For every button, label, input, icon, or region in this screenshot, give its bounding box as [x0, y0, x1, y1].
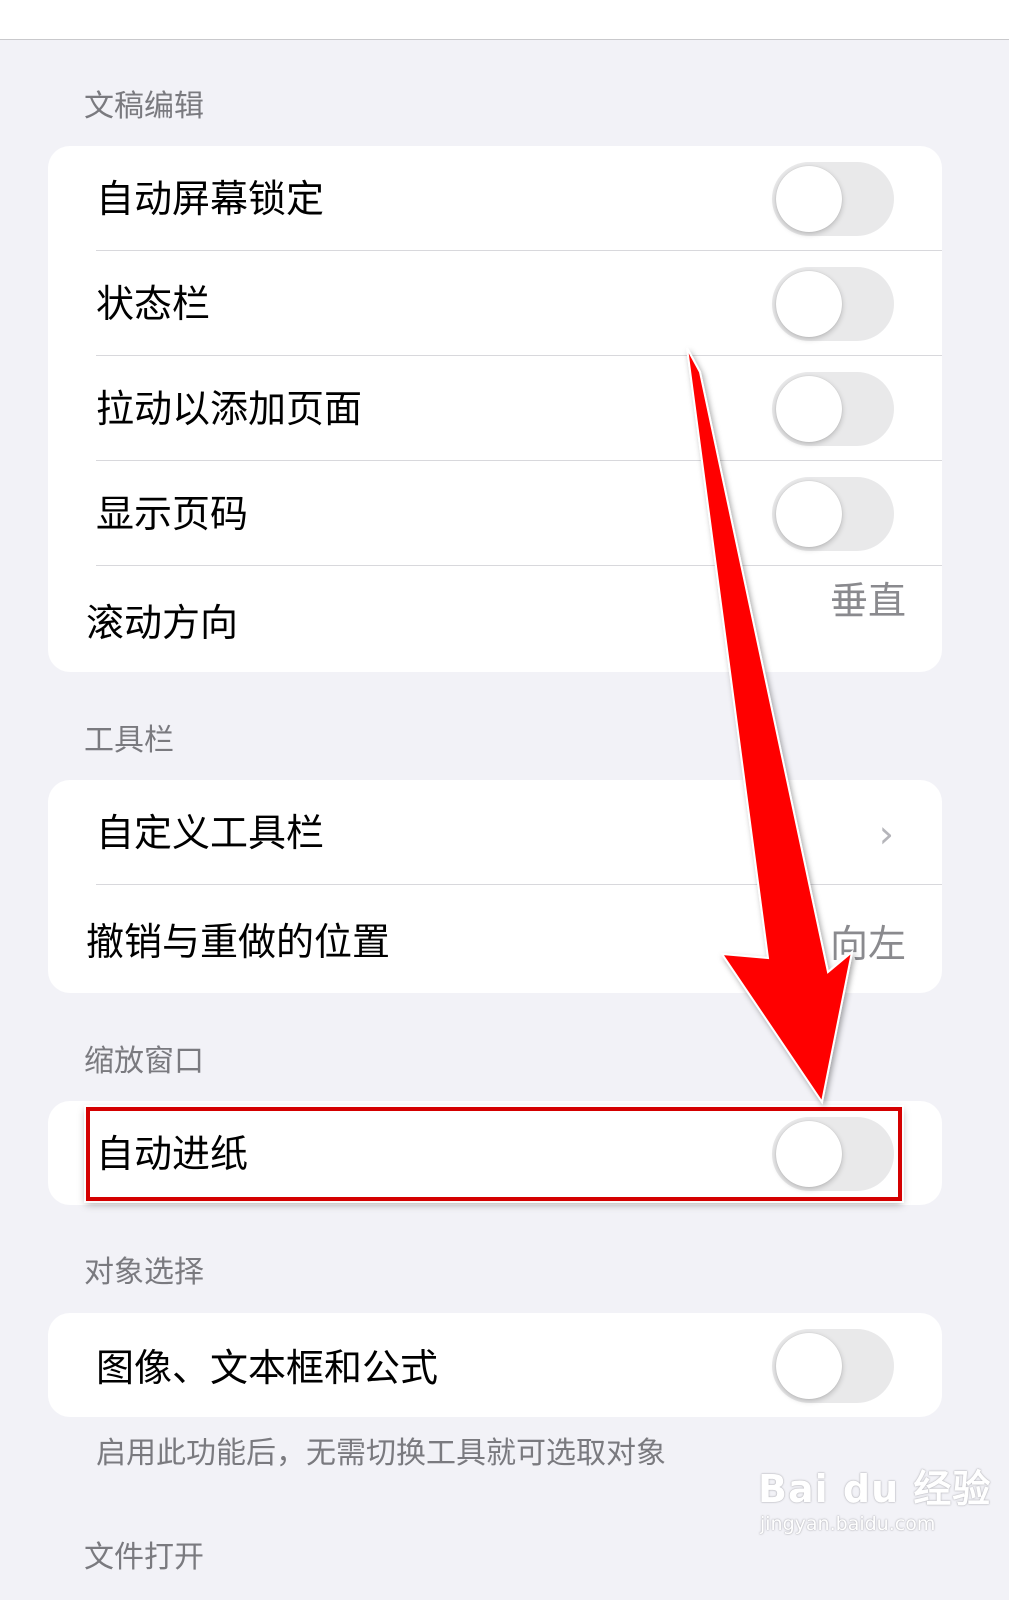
toggle-knob [776, 376, 842, 442]
chevron-right-icon: › [878, 812, 894, 856]
toggle-knob [776, 271, 842, 337]
show-page-number-label: 显示页码 [96, 492, 249, 536]
editing-settings-card: 自动屏幕锁定 状态栏 拉动以添加页面 显示页码 滚动方向 垂直 [48, 146, 942, 672]
show-page-number-toggle[interactable] [772, 477, 894, 551]
auto-paper-feed-toggle[interactable] [772, 1117, 894, 1191]
top-bar [0, 0, 1009, 40]
scroll-direction-label: 滚动方向 [86, 601, 239, 645]
customize-toolbar-label: 自定义工具栏 [96, 811, 325, 855]
toggle-knob [776, 1333, 842, 1399]
auto-paper-feed-row[interactable]: 自动进纸 [48, 1101, 942, 1205]
status-bar-row[interactable]: 状态栏 [48, 251, 942, 356]
object-selection-footnote: 启用此功能后，无需切换工具就可选取对象 [96, 1436, 666, 1471]
auto-screen-lock-toggle[interactable] [772, 162, 894, 236]
baidu-watermark: Bai du 经验 jingyan.baidu.com [758, 1466, 991, 1536]
auto-paper-feed-label: 自动进纸 [96, 1132, 249, 1176]
undo-redo-position-row[interactable]: 撤销与重做的位置 向左 [48, 885, 942, 993]
pull-to-add-page-toggle[interactable] [772, 372, 894, 446]
watermark-url: jingyan.baidu.com [760, 1513, 936, 1535]
section-title-file-open: 文件打开 [84, 1540, 204, 1575]
image-textbox-formula-row[interactable]: 图像、文本框和公式 [48, 1313, 942, 1417]
pull-to-add-page-row[interactable]: 拉动以添加页面 [48, 356, 942, 461]
toggle-knob [776, 481, 842, 547]
customize-toolbar-row[interactable]: 自定义工具栏 › [48, 780, 942, 885]
scroll-direction-value: 垂直 [829, 579, 906, 623]
toolbar-settings-card: 自定义工具栏 › 撤销与重做的位置 向左 [48, 780, 942, 993]
image-textbox-formula-label: 图像、文本框和公式 [96, 1346, 439, 1390]
zoom-window-card: 自动进纸 [48, 1101, 942, 1205]
object-selection-card: 图像、文本框和公式 [48, 1313, 942, 1417]
section-title-toolbar: 工具栏 [84, 723, 174, 758]
undo-redo-position-label: 撤销与重做的位置 [86, 920, 391, 964]
auto-screen-lock-label: 自动屏幕锁定 [96, 177, 325, 221]
pull-to-add-page-label: 拉动以添加页面 [96, 387, 363, 431]
section-title-object-selection: 对象选择 [84, 1255, 204, 1290]
image-textbox-formula-toggle[interactable] [772, 1329, 894, 1403]
watermark-brand: Bai du 经验 [758, 1467, 992, 1511]
toggle-knob [776, 1121, 842, 1187]
auto-screen-lock-row[interactable]: 自动屏幕锁定 [48, 146, 942, 251]
status-bar-toggle[interactable] [772, 267, 894, 341]
scroll-direction-row[interactable]: 滚动方向 垂直 [48, 566, 942, 672]
show-page-number-row[interactable]: 显示页码 [48, 461, 942, 566]
toggle-knob [776, 166, 842, 232]
status-bar-label: 状态栏 [96, 282, 211, 326]
section-title-zoom-window: 缩放窗口 [84, 1044, 204, 1079]
section-title-editing: 文稿编辑 [84, 89, 204, 124]
undo-redo-position-value: 向左 [829, 922, 906, 966]
